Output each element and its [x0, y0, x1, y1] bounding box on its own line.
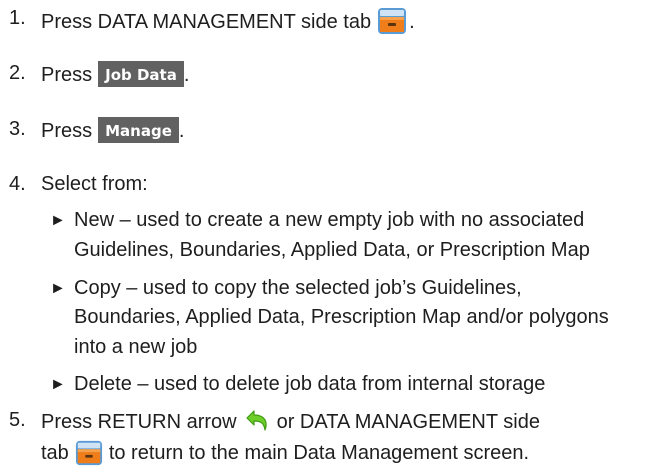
- manage-button: Manage: [98, 117, 179, 143]
- triangle-bullet-icon: ►: [50, 212, 66, 229]
- triangle-bullet-icon: ►: [50, 376, 66, 393]
- option-line: New – used to create a new empty job wit…: [74, 209, 585, 231]
- step-end: .: [409, 11, 415, 33]
- step-number: 4.: [9, 173, 26, 195]
- step-text: Press DATA MANAGEMENT side tab: [41, 11, 372, 33]
- option-new-cont: Guidelines, Boundaries, Applied Data, or…: [74, 238, 590, 262]
- option-line: Guidelines, Boundaries, Applied Data, or…: [74, 239, 590, 261]
- step-number: 2.: [9, 62, 26, 84]
- step-text: Select from:: [41, 173, 148, 195]
- option-line: Boundaries, Applied Data, Prescription M…: [74, 306, 609, 328]
- option-delete: ► Delete – used to delete job data from i…: [50, 372, 545, 397]
- option-new: ► New – used to create a new empty job wi…: [50, 208, 584, 233]
- option-copy-cont: into a new job: [74, 335, 197, 359]
- step-number: 5.: [9, 409, 26, 431]
- option-line: into a new job: [74, 336, 198, 358]
- step-end: .: [183, 64, 190, 86]
- step-text: Press: [41, 120, 93, 142]
- option-line: Copy – used to copy the selected job’s G…: [74, 277, 522, 299]
- option-copy-cont: Boundaries, Applied Data, Prescription M…: [74, 305, 609, 329]
- step-text: tab: [41, 442, 69, 464]
- step-text: Press: [41, 64, 93, 86]
- job-data-button: Job Data: [98, 61, 184, 87]
- step-text: or DATA MANAGEMENT side: [276, 411, 540, 433]
- option-copy: ► Copy – used to copy the selected job’s …: [50, 276, 522, 301]
- data-management-tab-icon: [75, 439, 103, 473]
- step-end: .: [178, 120, 185, 142]
- option-line: Delete – used to delete job data from in…: [74, 373, 546, 395]
- step-5-cont: tab to return to the main Data Managemen…: [41, 439, 529, 473]
- return-arrow-icon: [245, 408, 271, 440]
- step-text: Press RETURN arrow: [41, 411, 237, 433]
- triangle-bullet-icon: ►: [50, 280, 66, 297]
- step-number: 3.: [9, 118, 26, 140]
- step-text: to return to the main Data Management sc…: [108, 442, 530, 464]
- data-management-tab-icon: [377, 6, 407, 42]
- step-number: 1.: [9, 7, 26, 29]
